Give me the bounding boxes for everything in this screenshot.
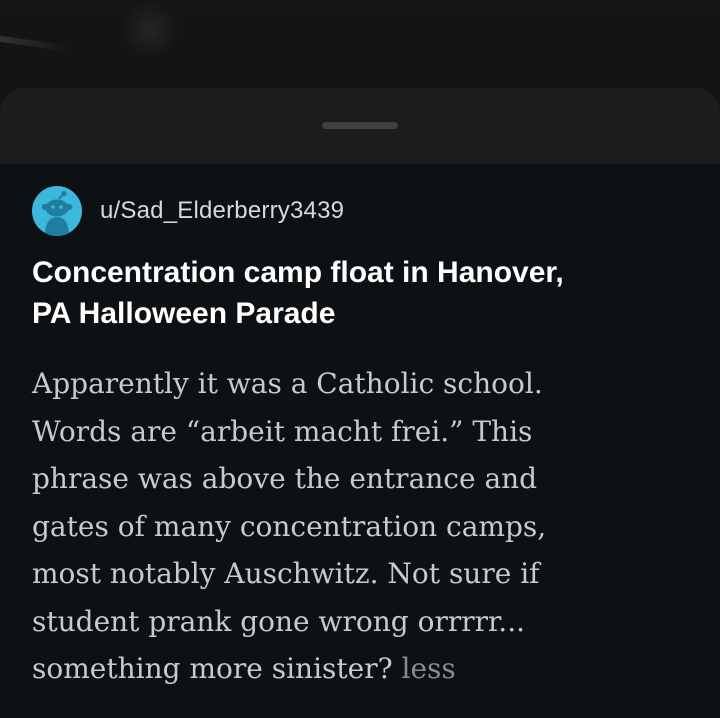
post-body-last-line: something more sinister? less <box>32 645 692 693</box>
post-body-line: phrase was above the entrance and <box>32 462 538 495</box>
post-body: Apparently it was a Catholic school. Wor… <box>32 360 692 693</box>
post-body-line: most notably Auschwitz. Not sure if <box>32 557 540 590</box>
show-less-link[interactable]: less <box>402 652 456 685</box>
post-body-line: student prank gone wrong orrrrr... <box>32 604 525 638</box>
snoo-avatar-icon[interactable] <box>32 186 82 236</box>
background-blur <box>120 0 180 60</box>
post-author-username[interactable]: u/Sad_Elderberry3439 <box>100 197 344 225</box>
bottom-sheet[interactable]: u/Sad_Elderberry3439 Concentration camp … <box>0 88 720 718</box>
post-body-line-text: something more sinister? <box>32 652 393 685</box>
post-title: Concentration camp float in Hanover, PA … <box>32 252 692 334</box>
author-row[interactable]: u/Sad_Elderberry3439 <box>32 186 344 236</box>
screen: u/Sad_Elderberry3439 Concentration camp … <box>0 0 720 718</box>
post-body-line: gates of many concentration camps, <box>32 509 547 543</box>
post-title-line: PA Halloween Parade <box>32 297 336 330</box>
post-body-line: Apparently it was a Catholic school. <box>32 367 543 400</box>
background-light-streak <box>0 34 71 52</box>
post-content: u/Sad_Elderberry3439 Concentration camp … <box>0 164 720 718</box>
post-body-line: Words are “arbeit macht frei.” This <box>32 414 533 448</box>
post-title-line: Concentration camp float in Hanover, <box>32 256 564 289</box>
sheet-drag-handle[interactable] <box>322 122 398 129</box>
